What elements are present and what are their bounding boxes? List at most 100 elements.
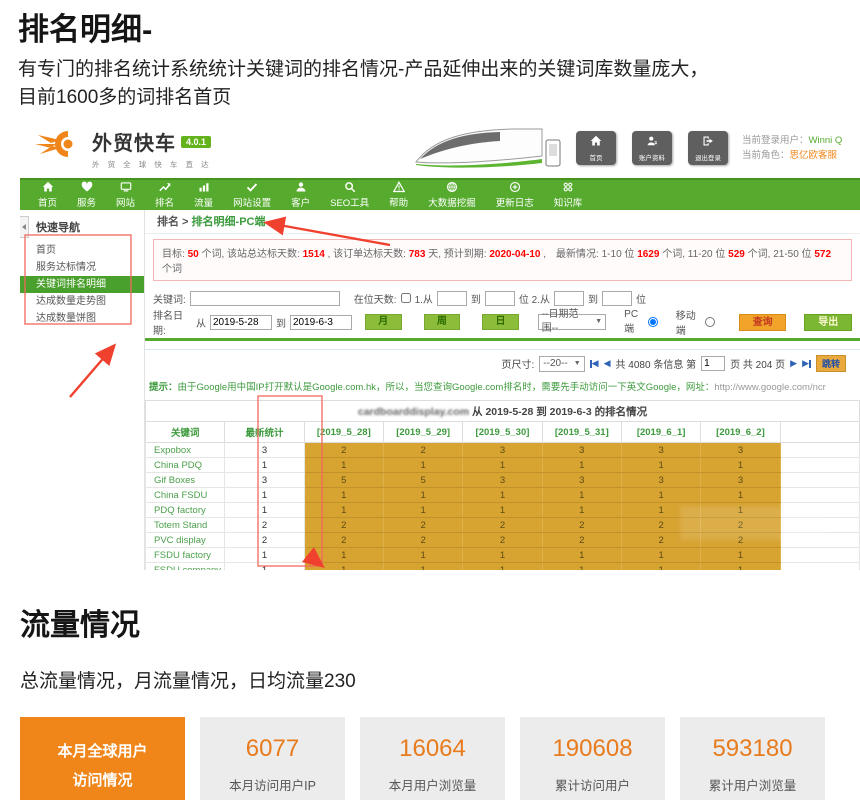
nav-item-label: SEO工具 bbox=[330, 195, 369, 209]
week-button[interactable]: 周 bbox=[424, 314, 461, 330]
mobile-radio-group[interactable]: 移动端 bbox=[676, 307, 715, 337]
jump-button[interactable]: 跳转 bbox=[816, 355, 846, 372]
days-checkbox[interactable] bbox=[401, 293, 411, 303]
search-icon bbox=[344, 181, 356, 193]
nav-item-8[interactable]: SEO工具 bbox=[320, 180, 379, 210]
table-row: China PDQ1111111 bbox=[146, 458, 860, 473]
latest-stat-cell: 1 bbox=[225, 503, 304, 518]
keyword-cell[interactable]: China PDQ bbox=[146, 458, 225, 473]
page-number-input[interactable] bbox=[701, 356, 725, 371]
keyword-cell[interactable]: China FSDU bbox=[146, 488, 225, 503]
nav-item-label: 网站设置 bbox=[233, 195, 271, 209]
chevron-down-icon: ▼ bbox=[574, 357, 581, 371]
keyword-input[interactable] bbox=[190, 291, 340, 306]
nav-item-9[interactable]: 帮助 bbox=[379, 180, 418, 210]
sidebar-collapse-tab[interactable] bbox=[20, 216, 29, 238]
nav-item-3[interactable]: 网站 bbox=[106, 180, 145, 210]
search-button[interactable]: 查询 bbox=[739, 314, 787, 331]
header-button-label: 账户资料 bbox=[639, 153, 665, 162]
keyword-cell[interactable]: FSDU company bbox=[146, 563, 225, 571]
globe-icon bbox=[446, 181, 458, 193]
home-icon bbox=[42, 181, 54, 193]
mobile-radio[interactable] bbox=[705, 317, 715, 327]
rank-value-cell: 1 bbox=[542, 488, 621, 503]
day-button[interactable]: 日 bbox=[482, 314, 519, 330]
sidebar-item-1[interactable]: 首页 bbox=[20, 242, 144, 259]
stat-value: 1514 bbox=[303, 249, 325, 260]
heart-icon bbox=[81, 181, 93, 193]
nav-item-4[interactable]: 排名 bbox=[145, 180, 184, 210]
keyword-cell[interactable]: PDQ factory bbox=[146, 503, 225, 518]
prev-page-icon[interactable]: ◀ bbox=[604, 358, 611, 369]
next-page-icon[interactable]: ▶ bbox=[790, 358, 797, 369]
keyword-cell[interactable]: Totem Stand bbox=[146, 518, 225, 533]
rank-value-cell: 1 bbox=[621, 488, 700, 503]
app-header: 外贸快车 4.0.1 外 贸 全 球 快 车 直 达 首页账户资料退出登录 当前… bbox=[20, 120, 860, 178]
version-badge: 4.0.1 bbox=[181, 136, 211, 148]
days-to-2-input[interactable] bbox=[602, 291, 632, 306]
pc-radio-group[interactable]: PC端 bbox=[624, 309, 658, 335]
rank-value-cell: 2 bbox=[383, 533, 462, 548]
keyword-cell[interactable]: PVC display bbox=[146, 533, 225, 548]
days-to-1-input[interactable] bbox=[485, 291, 515, 306]
grid-icon bbox=[562, 181, 574, 193]
sidebar-item-5[interactable]: 达成数量饼图 bbox=[20, 310, 144, 327]
last-page-icon[interactable]: ▶ bbox=[802, 358, 811, 369]
sidebar-item-4[interactable]: 达成数量走势图 bbox=[20, 293, 144, 310]
first-page-icon[interactable]: ◀ bbox=[590, 358, 599, 369]
rank-value-cell: 1 bbox=[621, 458, 700, 473]
nav-item-12[interactable]: 知识库 bbox=[544, 180, 593, 210]
nav-item-label: 服务 bbox=[77, 195, 96, 209]
site-domain: cardboarddisplay.com bbox=[358, 406, 469, 418]
breadcrumb-root[interactable]: 排名 > bbox=[157, 216, 192, 228]
nav-item-1[interactable]: 首页 bbox=[28, 180, 67, 210]
nav-item-label: 排名 bbox=[155, 195, 174, 209]
nav-item-5[interactable]: 流量 bbox=[184, 180, 223, 210]
rank-value-cell: 3 bbox=[542, 473, 621, 488]
plus-icon bbox=[509, 181, 521, 193]
date-from-input[interactable] bbox=[210, 315, 272, 330]
nav-item-7[interactable]: 客户 bbox=[281, 180, 320, 210]
column-header: 关键词 bbox=[146, 422, 225, 443]
sidebar-item-3[interactable]: 关键词排名明细 bbox=[20, 276, 144, 293]
column-header: [2019_5_31] bbox=[542, 422, 621, 443]
date-to-input[interactable] bbox=[290, 315, 352, 330]
rank-value-cell: 3 bbox=[621, 443, 700, 458]
rank-value-cell: 2 bbox=[542, 533, 621, 548]
page-size-select[interactable]: --20-- ▼ bbox=[539, 356, 584, 372]
stub-cell bbox=[780, 548, 859, 563]
nav-item-6[interactable]: 网站设置 bbox=[223, 180, 281, 210]
table-title-rest: 从 2019-5-28 到 2019-6-3 的排名情况 bbox=[469, 406, 647, 418]
table-row: FSDU factory1111111 bbox=[146, 548, 860, 563]
nav-item-label: 知识库 bbox=[554, 195, 583, 209]
pc-radio[interactable] bbox=[648, 317, 658, 327]
main-panel: 排名 > 排名明细-PC端 目标: 50 个词, 该站总达标天数: 1514 ,… bbox=[145, 210, 860, 570]
keyword-cell[interactable]: Gif Boxes bbox=[146, 473, 225, 488]
header-button-1[interactable]: 首页 bbox=[576, 131, 616, 165]
nav-item-11[interactable]: 更新日志 bbox=[486, 180, 544, 210]
header-button-3[interactable]: 退出登录 bbox=[688, 131, 728, 165]
ranking-table: cardboarddisplay.com 从 2019-5-28 到 2019-… bbox=[145, 400, 860, 570]
month-button[interactable]: 月 bbox=[365, 314, 402, 330]
pc-label: PC端 bbox=[624, 309, 645, 335]
login-user-label: 当前登录用户： bbox=[742, 135, 809, 146]
header-button-2[interactable]: 账户资料 bbox=[632, 131, 672, 165]
rank-value-cell: 1 bbox=[701, 548, 780, 563]
card-label: 本月用户浏览量 bbox=[389, 775, 477, 794]
highlight-card: 本月全球用户 访问情况 bbox=[20, 717, 185, 800]
nav-item-2[interactable]: 服务 bbox=[67, 180, 106, 210]
days-from-2-input[interactable] bbox=[554, 291, 584, 306]
table-row: Gif Boxes3553333 bbox=[146, 473, 860, 488]
date-range-select[interactable]: --日期范围-- ▼ bbox=[538, 314, 606, 330]
rank-value-cell: 3 bbox=[701, 443, 780, 458]
sidebar-item-2[interactable]: 服务达标情况 bbox=[20, 259, 144, 276]
keyword-cell[interactable]: Expobox bbox=[146, 443, 225, 458]
days-from-1-input[interactable] bbox=[437, 291, 467, 306]
export-button[interactable]: 导出 bbox=[804, 314, 852, 331]
stub-cell bbox=[780, 473, 859, 488]
nav-item-10[interactable]: 大数据挖掘 bbox=[418, 180, 486, 210]
latest-stat-cell: 3 bbox=[225, 443, 304, 458]
keyword-cell[interactable]: FSDU factory bbox=[146, 548, 225, 563]
header-buttons: 首页账户资料 退出登录 bbox=[576, 131, 728, 165]
hint-url[interactable]: http://www.google.com/ncr bbox=[714, 382, 825, 393]
